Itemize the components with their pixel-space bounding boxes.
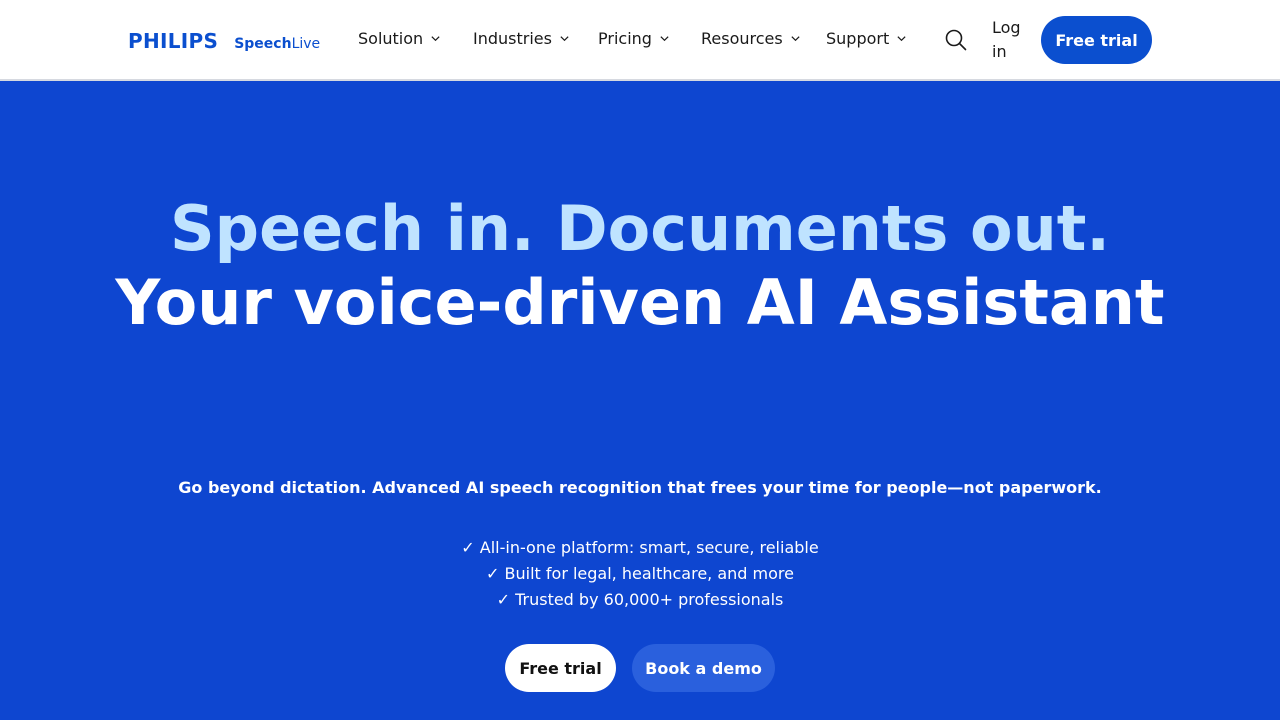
hero-section: Speech in. Documents out. Your voice-dri…: [0, 82, 1280, 720]
nav-item-label: Solution: [358, 29, 424, 48]
free-trial-button[interactable]: Free trial: [1041, 16, 1152, 64]
nav-item-solution[interactable]: Solution: [358, 29, 441, 48]
hero-headline-accent: Speech in. Documents out.: [170, 192, 1110, 265]
hero-subtitle: Go beyond dictation. Advanced AI speech …: [178, 478, 1102, 497]
nav-item-label: Pricing: [598, 29, 652, 48]
nav-item-label: Industries: [473, 29, 552, 48]
chevron-down-icon: [660, 36, 669, 42]
site-header: PHILIPS SpeechLive Solution Industries P…: [0, 0, 1280, 81]
speechlive-logo-regular: Live: [291, 36, 321, 52]
feature-item: ✓ Built for legal, healthcare, and more: [486, 564, 794, 583]
search-button[interactable]: [942, 26, 970, 54]
nav-item-label: Resources: [701, 29, 783, 48]
hero-headline-main: Your voice-driven AI Assistant: [115, 266, 1165, 339]
nav-item-industries[interactable]: Industries: [473, 29, 570, 48]
hero-free-trial-button[interactable]: Free trial: [505, 644, 616, 692]
login-link[interactable]: Log in: [992, 16, 1028, 64]
brand-logo-link[interactable]: PHILIPS SpeechLive: [128, 29, 320, 53]
nav-item-resources[interactable]: Resources: [701, 29, 801, 48]
feature-item: ✓ Trusted by 60,000+ professionals: [496, 590, 784, 609]
feature-item: ✓ All-in-one platform: smart, secure, re…: [461, 538, 819, 557]
hero-headline: Speech in. Documents out. Your voice-dri…: [0, 192, 1280, 340]
chevron-down-icon: [791, 36, 800, 42]
nav-item-label: Support: [826, 29, 890, 48]
philips-logo: PHILIPS: [128, 29, 219, 53]
chevron-down-icon: [897, 36, 906, 42]
chevron-down-icon: [431, 36, 440, 42]
chevron-down-icon: [560, 36, 569, 42]
book-demo-button[interactable]: Book a demo: [632, 644, 775, 692]
feature-list: ✓ All-in-one platform: smart, secure, re…: [0, 535, 1280, 613]
speechlive-logo: SpeechLive: [234, 36, 320, 52]
search-icon: [945, 29, 967, 51]
speechlive-logo-bold: Speech: [234, 36, 292, 52]
nav-item-support[interactable]: Support: [826, 29, 907, 48]
nav-item-pricing[interactable]: Pricing: [598, 29, 670, 48]
